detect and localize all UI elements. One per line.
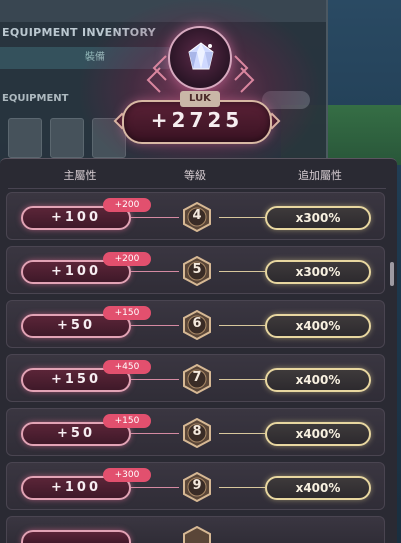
gem-ring — [168, 26, 232, 90]
connector-line — [219, 217, 265, 218]
bonus-badge: +150 — [103, 414, 151, 428]
stat-name-tag: LUK — [180, 91, 220, 107]
table-row[interactable]: +100 +300 9 x400% — [6, 462, 385, 510]
bonus-badge: +300 — [103, 468, 151, 482]
connector-line — [131, 271, 179, 272]
right-ornament-icon — [234, 55, 255, 93]
bonus-badge: +200 — [103, 198, 151, 212]
multiplier-pill: x400% — [265, 314, 371, 338]
main-stat-pill — [21, 530, 131, 543]
connector-line — [131, 325, 179, 326]
level-number: 9 — [192, 478, 202, 493]
bronze-hexagon-icon — [183, 526, 211, 543]
header-divider — [8, 188, 386, 189]
table-row-partial[interactable] — [6, 516, 385, 543]
header-bonus-stat: 追加屬性 — [298, 169, 342, 182]
stat-total-value: +2725 — [150, 108, 244, 132]
scrollbar-thumb[interactable] — [390, 262, 394, 286]
connector-line — [219, 379, 265, 380]
multiplier-pill: x400% — [265, 476, 371, 500]
bonus-badge: +200 — [103, 252, 151, 266]
connector-line — [131, 487, 179, 488]
connector-line — [219, 325, 265, 326]
table-row[interactable]: +50 +150 6 x400% — [6, 300, 385, 348]
left-ornament-icon — [146, 55, 167, 93]
background-equip-slot — [8, 118, 42, 158]
level-number: 6 — [192, 316, 202, 331]
level-number: 7 — [192, 370, 202, 385]
connector-line — [219, 433, 265, 434]
bonus-badge: +450 — [103, 360, 151, 374]
connector-line — [219, 487, 265, 488]
connector-line — [131, 379, 179, 380]
level-number: 8 — [192, 424, 202, 439]
background-equip-slot — [50, 118, 84, 158]
header-level: 等級 — [184, 169, 206, 182]
multiplier-pill: x400% — [265, 368, 371, 392]
table-row[interactable]: +100 +200 5 x300% — [6, 246, 385, 294]
table-row[interactable]: +100 +200 4 x300% — [6, 192, 385, 240]
multiplier-pill: x400% — [265, 422, 371, 446]
stat-emblem — [164, 22, 236, 94]
multiplier-pill: x300% — [265, 206, 371, 230]
connector-line — [131, 433, 179, 434]
background-section-label: EQUIPMENT — [2, 93, 69, 104]
crystal-gem-icon — [188, 42, 214, 70]
level-number: 4 — [192, 208, 202, 223]
bonus-badge: +150 — [103, 306, 151, 320]
level-number: 5 — [192, 262, 202, 277]
table-row[interactable]: +150 +450 7 x400% — [6, 354, 385, 402]
header-main-stat: 主屬性 — [63, 169, 97, 182]
multiplier-pill: x300% — [265, 260, 371, 284]
table-row[interactable]: +50 +150 8 x400% — [6, 408, 385, 456]
connector-line — [131, 217, 179, 218]
connector-line — [219, 271, 265, 272]
